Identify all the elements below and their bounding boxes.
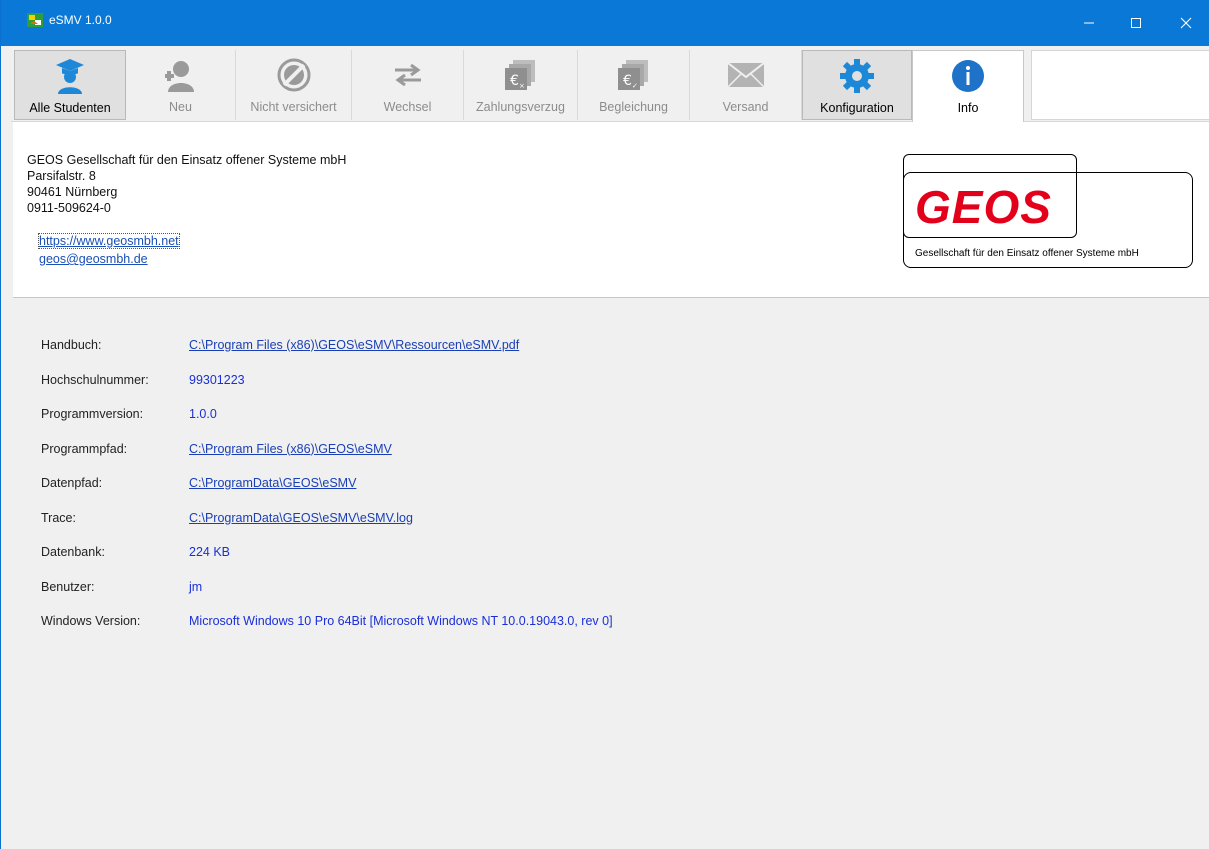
- toolbar-button-konfiguration[interactable]: Konfiguration: [802, 50, 912, 120]
- detail-link-handbuch[interactable]: C:\Program Files (x86)\GEOS\eSMV\Ressour…: [189, 338, 519, 352]
- detail-key: Windows Version:: [41, 614, 141, 628]
- toolbar-button-begleichung[interactable]: € ✓ Begleichung: [578, 50, 690, 120]
- detail-key: Hochschulnummer:: [41, 372, 149, 387]
- website-link[interactable]: https://www.geosmbh.net: [38, 233, 180, 249]
- company-info-panel: GEOS Gesellschaft für den Einsatz offene…: [13, 122, 1209, 298]
- toolbar-empty-area: [1031, 50, 1209, 120]
- app-icon: [27, 12, 43, 28]
- app-window: eSMV 1.0.0 Alle Studenten Neu Nicht vers…: [0, 0, 1209, 849]
- maximize-icon: [1131, 18, 1141, 28]
- logo-tagline: Gesellschaft für den Einsatz offener Sys…: [915, 248, 1139, 259]
- toolbar-label: Versand: [722, 100, 769, 114]
- company-address: GEOS Gesellschaft für den Einsatz offene…: [27, 152, 346, 216]
- toolbar-label: Info: [957, 101, 979, 115]
- detail-key: Programmpfad:: [41, 441, 128, 456]
- detail-key: Benutzer:: [41, 579, 95, 594]
- title-bar[interactable]: eSMV 1.0.0: [1, 0, 1209, 46]
- company-name: GEOS Gesellschaft für den Einsatz offene…: [27, 153, 347, 167]
- toolbar-label: Begleichung: [599, 100, 668, 114]
- toolbar-label: Nicht versichert: [250, 100, 337, 114]
- add-user-icon: [164, 61, 194, 92]
- toolbar-label: Wechsel: [383, 100, 432, 114]
- minimize-icon: [1084, 22, 1094, 24]
- geos-logo: GEOS Gesellschaft für den Einsatz offene…: [903, 154, 1193, 270]
- detail-key: Datenbank:: [41, 545, 105, 559]
- window-title: eSMV 1.0.0: [49, 13, 112, 27]
- close-icon: [1180, 17, 1192, 29]
- detail-key: Trace:: [41, 510, 76, 525]
- toolbar-button-versand[interactable]: Versand: [690, 50, 802, 120]
- toolbar-label: Konfiguration: [820, 101, 894, 115]
- toolbar-button-info[interactable]: Info: [912, 50, 1024, 123]
- detail-value-programmversion: 1.0.0: [189, 407, 217, 421]
- toolbar-button-alle-studenten[interactable]: Alle Studenten: [14, 50, 126, 120]
- maximize-button[interactable]: [1113, 0, 1159, 46]
- svg-text:✓: ✓: [632, 82, 638, 90]
- company-city: 90461 Nürnberg: [27, 185, 118, 199]
- minimize-button[interactable]: [1066, 0, 1112, 46]
- toolbar-button-nicht-versichert[interactable]: Nicht versichert: [236, 50, 352, 120]
- envelope-icon: [726, 62, 765, 88]
- not-insured-icon: [277, 58, 310, 92]
- payment-settled-icon: € ✓: [617, 60, 648, 90]
- toolbar-label: Zahlungsverzug: [476, 100, 565, 114]
- company-street: Parsifalstr. 8: [27, 169, 96, 183]
- toolbar-button-zahlungsverzug[interactable]: € × Zahlungsverzug: [464, 50, 578, 120]
- gear-icon: [840, 59, 874, 93]
- close-button[interactable]: [1163, 0, 1209, 46]
- toolbar-label: Neu: [169, 100, 192, 114]
- info-icon: [952, 60, 984, 92]
- toolbar-label: Alle Studenten: [29, 101, 111, 115]
- detail-value-benutzer: jm: [189, 579, 203, 594]
- toolbar-button-wechsel[interactable]: Wechsel: [352, 50, 464, 120]
- logo-brand: GEOS: [915, 181, 1052, 233]
- svg-text:€: €: [623, 73, 632, 89]
- email-link[interactable]: geos@geosmbh.de: [39, 252, 148, 266]
- company-phone: 0911-509624-0: [27, 201, 111, 215]
- detail-key: Handbuch:: [41, 338, 102, 352]
- detail-value-hochschulnummer: 99301223: [189, 372, 245, 387]
- detail-link-datenpfad[interactable]: C:\ProgramData\GEOS\eSMV: [189, 476, 356, 490]
- graduate-icon: [56, 59, 84, 94]
- detail-key: Programmversion:: [41, 407, 144, 421]
- svg-text:€: €: [510, 73, 519, 89]
- main-toolbar: Alle Studenten Neu Nicht versichert Wech…: [11, 46, 1209, 123]
- detail-value-windows-version: Microsoft Windows 10 Pro 64Bit [Microsof…: [189, 614, 613, 628]
- svg-text:×: ×: [519, 82, 525, 90]
- detail-link-trace[interactable]: C:\ProgramData\GEOS\eSMV\eSMV.log: [189, 511, 413, 525]
- toolbar-button-neu[interactable]: Neu: [126, 50, 236, 120]
- payment-overdue-icon: € ×: [504, 60, 535, 90]
- swap-arrows-icon: [394, 63, 421, 87]
- detail-value-datenbank: 224 KB: [189, 545, 231, 559]
- detail-link-programmpfad[interactable]: C:\Program Files (x86)\GEOS\eSMV: [189, 442, 392, 456]
- detail-key: Datenpfad:: [41, 476, 103, 490]
